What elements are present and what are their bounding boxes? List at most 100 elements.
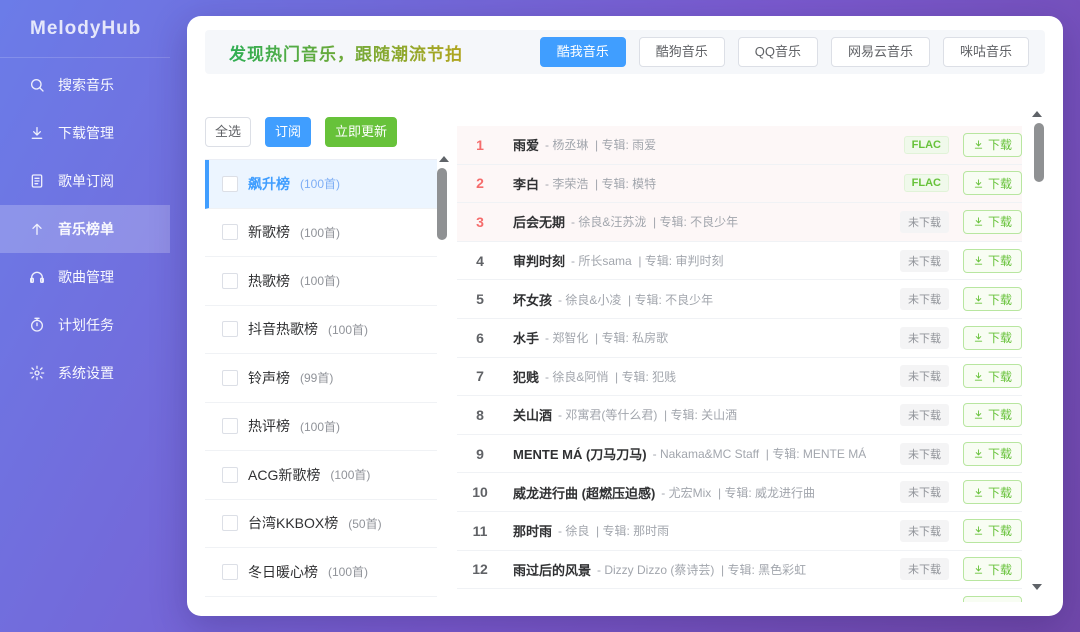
chart-item-2[interactable]: 新歌榜(100首) — [205, 209, 437, 258]
download-button[interactable]: 下载 — [963, 326, 1022, 350]
platform-tab-4[interactable]: 网易云音乐 — [831, 37, 930, 67]
platform-tab-3[interactable]: QQ音乐 — [738, 37, 818, 67]
chart-count: (100首) — [300, 418, 340, 435]
scroll-up-arrow[interactable] — [1032, 111, 1042, 117]
app-logo: MelodyHub — [0, 0, 170, 58]
sidebar-item-6[interactable]: 计划任务 — [0, 301, 170, 349]
song-title: 水手 — [513, 328, 539, 347]
quality-badge: 未下载 — [900, 520, 949, 542]
quality-badge: FLAC — [904, 136, 949, 154]
chart-item-5[interactable]: 铃声榜(99首) — [205, 354, 437, 403]
chart-checkbox[interactable] — [222, 273, 238, 289]
headphones-icon — [29, 269, 45, 285]
chart-checkbox[interactable] — [222, 418, 238, 434]
scrollbar-thumb[interactable] — [1034, 123, 1044, 182]
quality-badge: 未下载 — [900, 443, 949, 465]
chart-name: 新歌榜 — [248, 222, 290, 242]
song-title: 关山酒 — [513, 405, 552, 424]
download-button[interactable]: 下载 — [963, 210, 1022, 234]
promo-title: 发现热门音乐，跟随潮流节拍 — [229, 40, 463, 65]
download-label: 下载 — [988, 600, 1012, 602]
chart-name: 抖音热歌榜 — [248, 319, 318, 339]
chart-checkbox[interactable] — [222, 515, 238, 531]
platform-tab-2[interactable]: 酷狗音乐 — [639, 37, 725, 67]
quality-badge: 未下载 — [900, 365, 949, 387]
main-card: 发现热门音乐，跟随潮流节拍 酷我音乐酷狗音乐 QQ音乐网易云音乐咪咕音乐 全选 订… — [187, 16, 1063, 616]
song-meta: - Dizzy Dizzo (蔡诗芸) | 专辑: 黑色彩虹 — [597, 561, 806, 578]
song-rank: 3 — [465, 214, 495, 230]
chart-count: (50首) — [348, 515, 381, 532]
chart-checkbox[interactable] — [222, 224, 238, 240]
update-now-button[interactable]: 立即更新 — [325, 117, 397, 147]
song-rank: 1 — [465, 137, 495, 153]
download-button[interactable]: 下载 — [963, 287, 1022, 311]
download-button[interactable]: 下载 — [963, 364, 1022, 388]
song-row-10: 10威龙进行曲 (超燃压迫感)- 尤宏Mix | 专辑: 威龙进行曲未下载下载 — [457, 473, 1022, 512]
chart-name: ACG新歌榜 — [248, 465, 320, 485]
download-button[interactable]: 下载 — [963, 519, 1022, 543]
download-icon — [973, 294, 984, 305]
download-button[interactable]: 下载 — [963, 480, 1022, 504]
chart-checkbox[interactable] — [222, 176, 238, 192]
search-icon — [29, 77, 45, 93]
chart-list: 飙升榜(100首)新歌榜(100首)热歌榜(100首)抖音热歌榜(100首)铃声… — [205, 159, 437, 597]
chart-item-6[interactable]: 热评榜 (100首) — [205, 403, 437, 452]
download-button[interactable]: 下载 — [963, 249, 1022, 273]
download-label: 下载 — [988, 329, 1012, 346]
song-meta: - 邓寓君(等什么君) | 专辑: 关山酒 — [558, 406, 737, 423]
download-label: 下载 — [988, 175, 1012, 192]
chart-item-4[interactable]: 抖音热歌榜(100首) — [205, 306, 437, 355]
song-row-partial: 下载 — [457, 589, 1022, 602]
song-meta: - 杨丞琳 | 专辑: 雨爱 — [545, 136, 656, 153]
chart-count: (100首) — [300, 272, 340, 289]
download-icon — [973, 216, 984, 227]
chart-item-1[interactable]: 飙升榜(100首) — [205, 160, 437, 209]
sidebar-item-4[interactable]: 音乐榜单 — [0, 205, 170, 253]
download-label: 下载 — [988, 291, 1012, 308]
chart-item-3[interactable]: 热歌榜(100首) — [205, 257, 437, 306]
song-meta: - 尤宏Mix | 专辑: 威龙进行曲 — [661, 484, 815, 501]
scroll-down-arrow[interactable] — [1032, 584, 1042, 590]
chart-item-7[interactable]: ACG新歌榜(100首) — [205, 451, 437, 500]
chart-checkbox[interactable] — [222, 370, 238, 386]
download-button[interactable]: 下载 — [963, 133, 1022, 157]
sidebar-item-5[interactable]: 歌曲管理 — [0, 253, 170, 301]
download-icon — [973, 255, 984, 266]
sidebar-item-1[interactable]: 搜索音乐 — [0, 61, 170, 109]
scrollbar-thumb[interactable] — [437, 168, 447, 240]
chart-name: 热评榜 — [248, 416, 290, 436]
song-title: MENTE MÁ (刀马刀马) — [513, 444, 647, 463]
download-label: 下载 — [988, 368, 1012, 385]
timer-icon — [29, 317, 45, 333]
download-button[interactable]: 下载 — [963, 557, 1022, 581]
download-button[interactable]: 下载 — [963, 403, 1022, 427]
sidebar-item-2[interactable]: 下载管理 — [0, 109, 170, 157]
chart-item-9[interactable]: 冬日暖心榜(100首) — [205, 548, 437, 597]
platform-tab-5[interactable]: 咪咕音乐 — [943, 37, 1029, 67]
song-row-5: 5坏女孩- 徐良&小凌 | 专辑: 不良少年未下载下载 — [457, 280, 1022, 319]
download-button[interactable]: 下载 — [963, 442, 1022, 466]
select-all-button[interactable]: 全选 — [205, 117, 251, 147]
download-button[interactable]: 下载 — [963, 596, 1022, 602]
chart-count: (99首) — [300, 369, 333, 386]
sidebar-item-3[interactable]: 歌单订阅 — [0, 157, 170, 205]
subscribe-button[interactable]: 订阅 — [265, 117, 311, 147]
song-rank: 7 — [465, 368, 495, 384]
chart-checkbox[interactable] — [222, 321, 238, 337]
sidebar-item-7[interactable]: 系统设置 — [0, 349, 170, 397]
chart-item-8[interactable]: 台湾KKBOX榜(50首) — [205, 500, 437, 549]
download-icon — [973, 139, 984, 150]
chart-checkbox[interactable] — [222, 467, 238, 483]
song-title: 李白 — [513, 174, 539, 193]
platform-tab-1[interactable]: 酷我音乐 — [540, 37, 626, 67]
sidebar-item-label: 搜索音乐 — [58, 75, 114, 95]
song-row-4: 4审判时刻- 所长sama | 专辑: 审判时刻未下载下载 — [457, 242, 1022, 281]
song-row-9: 9MENTE MÁ (刀马刀马)- Nakama&MC Staff | 专辑: … — [457, 435, 1022, 474]
download-button[interactable]: 下载 — [963, 171, 1022, 195]
song-title: 坏女孩 — [513, 290, 552, 309]
scroll-up-arrow[interactable] — [439, 156, 449, 162]
chart-checkbox[interactable] — [222, 564, 238, 580]
song-meta: - 李荣浩 | 专辑: 模特 — [545, 175, 656, 192]
song-rank: 2 — [465, 175, 495, 191]
sidebar: MelodyHub 搜索音乐下载管理歌单订阅音乐榜单歌曲管理计划任务系统设置 — [0, 0, 170, 632]
